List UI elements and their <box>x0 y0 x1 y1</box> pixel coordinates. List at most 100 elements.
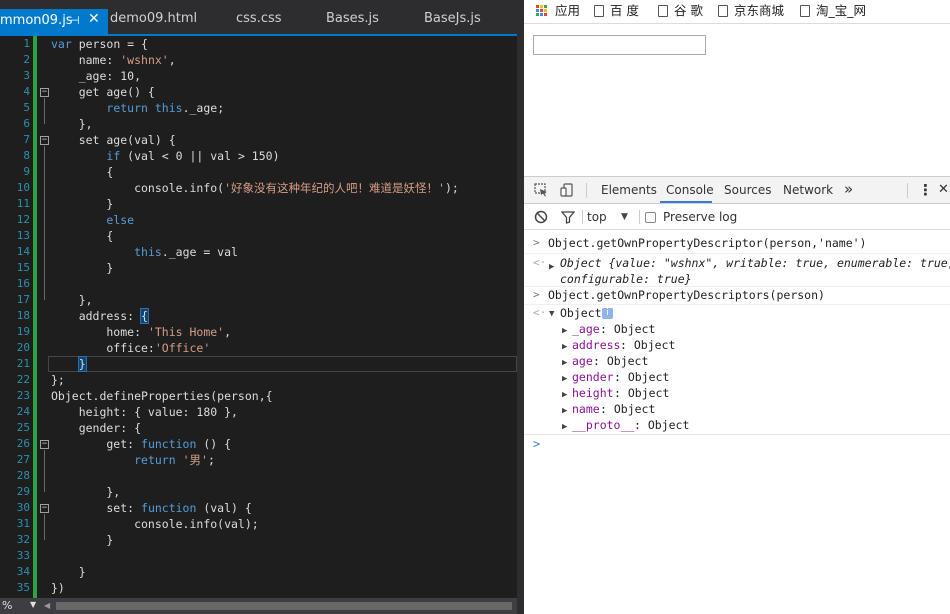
bookmark-jd[interactable]: 京东商城 <box>718 3 784 19</box>
preserve-log-checkbox[interactable] <box>645 212 656 223</box>
tab-sources[interactable]: Sources <box>724 183 771 197</box>
console-toolbar: top ▼ Preserve log <box>524 204 950 230</box>
filter-icon[interactable] <box>561 210 575 224</box>
bookmark-taobao[interactable]: 淘_宝_网 <box>800 3 866 19</box>
code-line: }, <box>51 117 93 131</box>
property-key: age <box>572 354 593 368</box>
zoom-level[interactable]: % <box>2 599 12 612</box>
devtools-toolbar: Elements Console Sources Network » ⋮ ✕ <box>524 177 950 204</box>
property-value: Object <box>627 386 670 400</box>
bookmark-google[interactable]: 谷 歌 <box>658 3 703 19</box>
line-number: 20 <box>16 341 30 354</box>
console-result[interactable]: <· ▶ Object {value: "wshnx", writable: t… <box>524 255 950 287</box>
line-number: 28 <box>16 469 30 482</box>
expand-triangle-icon[interactable]: ▶ <box>562 355 567 371</box>
fold-toggle-icon[interactable]: − <box>40 88 49 97</box>
expand-triangle-icon[interactable]: ▶ <box>562 419 567 435</box>
line-number: 7 <box>23 133 30 146</box>
close-devtools-icon[interactable]: ✕ <box>938 182 949 197</box>
expand-triangle-icon[interactable]: ▶ <box>562 323 567 339</box>
scroll-left-icon[interactable]: ◀ <box>44 601 50 610</box>
line-number: 11 <box>16 197 30 210</box>
context-select[interactable]: top <box>587 210 607 224</box>
result-label: Object <box>560 306 602 320</box>
expand-triangle-icon[interactable]: ▶ <box>562 371 567 387</box>
tab-common09-js[interactable]: mmon09.js ⊣ ✕ <box>0 9 108 34</box>
scrollbar-thumb[interactable] <box>56 602 512 610</box>
close-icon[interactable]: ✕ <box>88 10 100 28</box>
bookmark-baidu[interactable]: 百 度 <box>594 3 639 19</box>
code-line: get: function () { <box>51 437 232 451</box>
tab-css-css[interactable]: css.css <box>236 10 282 34</box>
input-arrow-icon: > <box>533 236 540 249</box>
expand-triangle-icon[interactable]: ▶ <box>562 403 567 419</box>
property-value-wrap: : Object <box>600 401 655 417</box>
code-area[interactable]: 1 2 3 4 5 6 7 8 9 10 11 12 13 14 15 16 17 18 19 20 21 22 23 24 2… <box>0 36 517 598</box>
line-number: 3 <box>23 69 30 82</box>
property-value: Object <box>633 338 676 352</box>
code-line: set age(val) { <box>51 133 176 147</box>
inspect-element-icon[interactable] <box>534 183 548 197</box>
apps-grid-icon <box>536 5 548 17</box>
line-number: 25 <box>16 421 30 434</box>
toolbar-divider <box>586 183 587 198</box>
info-icon[interactable]: i <box>602 308 613 319</box>
horizontal-scrollbar[interactable]: % ▼ ◀ <box>0 598 517 614</box>
console-prompt[interactable]: > <box>533 437 540 451</box>
fold-toggle-icon[interactable]: − <box>40 440 49 449</box>
pin-icon[interactable]: ⊣ <box>70 12 80 30</box>
line-number: 30 <box>16 501 30 514</box>
code-editor[interactable]: mmon09.js ⊣ ✕ demo09.html css.css Bases.… <box>0 0 517 614</box>
clear-console-icon[interactable] <box>534 210 548 224</box>
property-separator: : <box>634 418 648 432</box>
tab-network[interactable]: Network <box>783 183 833 197</box>
page-icon <box>658 5 668 17</box>
property-value-wrap: : Object <box>614 385 669 401</box>
bookmark-apps[interactable]: 应用 <box>555 3 580 19</box>
code-line: var person = { <box>51 37 148 51</box>
window-splitter[interactable] <box>517 0 524 614</box>
chevron-down-icon[interactable]: ▼ <box>621 212 628 222</box>
code-line: else <box>106 213 135 227</box>
kebab-menu-icon[interactable]: ⋮ <box>918 181 933 199</box>
toolbar-divider <box>639 210 640 224</box>
tab-demo09-html[interactable]: demo09.html <box>110 10 197 34</box>
line-number: 24 <box>16 405 30 418</box>
code-line: gender: { <box>51 421 142 435</box>
code-line: } <box>77 356 87 372</box>
tab-bases-js[interactable]: Bases.js <box>326 10 379 34</box>
tab-elements[interactable]: Elements <box>601 183 657 197</box>
more-tabs-icon[interactable]: » <box>844 180 853 198</box>
property-value-wrap: : Object <box>634 417 689 433</box>
tab-basejs-js[interactable]: BaseJs.js <box>424 10 481 34</box>
tab-console[interactable]: Console <box>666 183 714 197</box>
fold-toggle-icon[interactable]: − <box>40 136 49 145</box>
output-arrow-icon: <· <box>533 256 547 269</box>
expand-triangle-icon[interactable]: ▶ <box>562 339 567 355</box>
property-separator: : <box>593 354 607 368</box>
bookmark-label: 应用 <box>555 3 581 18</box>
expand-triangle-icon[interactable]: ▶ <box>549 259 554 275</box>
chevron-down-icon[interactable]: ▼ <box>30 600 36 609</box>
current-line-highlight <box>48 356 517 372</box>
line-number: 31 <box>16 517 30 530</box>
tab-label: BaseJs.js <box>424 11 481 26</box>
fold-guide <box>44 450 45 492</box>
property-value-wrap: : Object <box>620 337 675 353</box>
changed-lines-bar <box>33 36 37 598</box>
code-line: console.info('好象没有这种年纪的人吧！难道是妖怪！'); <box>51 181 459 195</box>
device-toolbar-icon[interactable] <box>560 183 574 197</box>
result-line: Object {value: "wshnx", writable: true, … <box>560 256 950 270</box>
tab-label: demo09.html <box>110 11 198 26</box>
property-value: Object <box>613 322 656 336</box>
expand-triangle-icon[interactable]: ▶ <box>562 387 567 403</box>
collapse-triangle-icon[interactable]: ▼ <box>549 306 554 322</box>
code-line: }, <box>51 485 121 499</box>
fold-toggle-icon[interactable]: − <box>40 504 49 513</box>
line-number: 32 <box>16 533 30 546</box>
fold-guide <box>44 514 45 540</box>
page-text-input[interactable] <box>533 35 706 55</box>
property-key: name <box>572 402 600 416</box>
bookmark-label: 谷 歌 <box>674 3 703 18</box>
line-number: 19 <box>16 325 30 338</box>
